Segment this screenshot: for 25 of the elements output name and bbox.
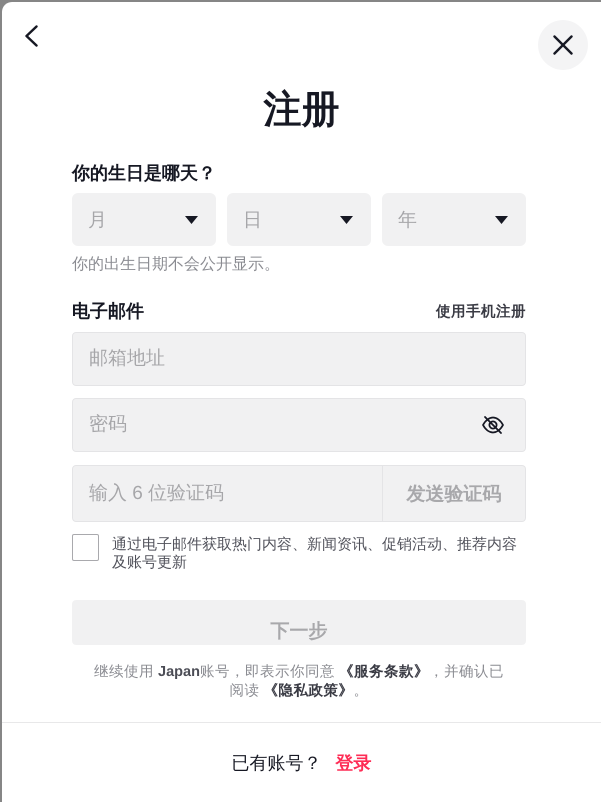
date-dropdown[interactable]: 月 (72, 193, 216, 246)
opt-in-text: 通过电子邮件获取热门内容、新闻资讯、促销活动、推荐内容及账号更新 (112, 536, 518, 572)
code-field[interactable]: 输入 6 位验证码 (72, 465, 383, 522)
birthday-hint: 你的出生日期不会公开显示。 (72, 255, 281, 275)
eye-slash-icon[interactable] (481, 415, 505, 435)
date-dropdown[interactable]: 年 (382, 193, 526, 246)
checkbox[interactable] (72, 534, 99, 561)
date-dropdown[interactable]: 日 (227, 193, 371, 246)
password-field[interactable]: 密码 (72, 398, 526, 452)
phone-signup-link[interactable]: 使用手机注册 (436, 302, 526, 320)
caret-icon (495, 216, 508, 224)
close-icon (553, 35, 573, 55)
caret-icon (340, 216, 353, 224)
caret-icon (185, 216, 198, 224)
account-prompt: 已有账号？ (232, 752, 322, 774)
close-button[interactable] (538, 20, 588, 70)
login-link[interactable]: 登录 (336, 750, 372, 774)
page-title: 注册 (262, 88, 340, 133)
email-field[interactable]: 邮箱地址 (72, 332, 526, 386)
email-label: 电子邮件 (72, 300, 144, 322)
policy-link[interactable]: 《服务条款》 (338, 664, 429, 680)
birthday-label: 你的生日是哪天？ (72, 162, 217, 185)
terms-text: 继续使用 Japan账号，即表示你同意 《服务条款》，并确认已阅读 《隐私政策》。 (93, 663, 505, 701)
policy-link[interactable]: 《隐私政策》 (264, 683, 354, 699)
back-icon[interactable] (24, 25, 38, 47)
